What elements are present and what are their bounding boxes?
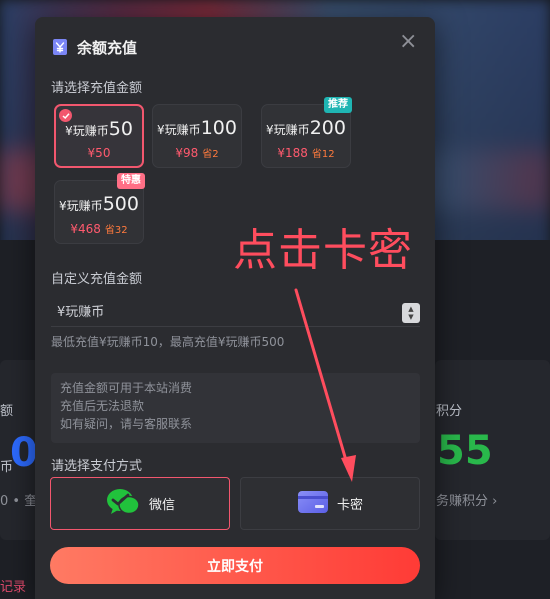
amount-price: ¥98 [175, 146, 199, 160]
custom-amount-input[interactable] [51, 305, 402, 320]
recharge-modal: 余额充值 × 请选择充值金额 ¥玩赚币50 ¥50 ¥玩赚币100 ¥98 省2 … [35, 17, 435, 599]
pay-now-button[interactable]: 立即支付 [50, 547, 420, 584]
wechat-icon [105, 487, 141, 521]
amount-option-100[interactable]: ¥玩赚币100 ¥98 省2 [152, 104, 242, 168]
amount-savings: 省32 [104, 225, 128, 236]
card-icon [297, 490, 329, 518]
amount-value: 100 [200, 117, 237, 139]
background-points-value: 55 [437, 428, 493, 474]
amount-stepper[interactable]: ▲ ▼ [402, 302, 420, 323]
recharge-notice: 充值金额可用于本站消费 充值后无法退款 如有疑问，请与客服联系 [51, 373, 420, 443]
amount-unit: 玩赚币 [72, 124, 109, 138]
amount-unit: 玩赚币 [164, 123, 201, 137]
custom-amount-field: ▲ ▼ [51, 299, 420, 327]
notice-line: 充值后无法退款 [60, 399, 145, 413]
amount-option-200[interactable]: 推荐 ¥玩赚币200 ¥188 省12 [261, 97, 352, 168]
close-icon[interactable]: × [399, 31, 417, 53]
stepper-down-icon[interactable]: ▼ [408, 313, 413, 321]
amount-price: ¥50 [87, 146, 111, 160]
background-balance-label: 额 [0, 404, 14, 419]
amount-price: ¥468 [70, 222, 101, 236]
payment-method-label: 请选择支付方式 [51, 459, 143, 474]
payment-option-label: 微信 [148, 498, 175, 513]
amount-currency: ¥ [59, 199, 67, 213]
payment-option-label: 卡密 [336, 498, 363, 513]
amount-price: ¥188 [277, 146, 308, 160]
amount-option-500[interactable]: 特惠 ¥玩赚币500 ¥468 省32 [54, 173, 145, 244]
amount-savings: 省2 [202, 149, 219, 160]
background-balance-unit: 币 [0, 460, 14, 475]
notice-line: 充值金额可用于本站消费 [60, 381, 193, 395]
amount-value: 50 [108, 118, 133, 140]
amount-savings: 省12 [311, 149, 335, 160]
annotation-text: 点击卡密 [233, 225, 413, 276]
payment-option-card[interactable]: 卡密 [240, 477, 420, 530]
background-balance-footer: 0 • 奎 [0, 494, 38, 509]
amount-value: 200 [309, 117, 346, 139]
amount-option-50[interactable]: ¥玩赚币50 ¥50 [54, 104, 144, 168]
background-points-footer[interactable]: 务赚积分 › [436, 490, 497, 509]
custom-amount-hint: 最低充值¥玩赚币10，最高充值¥玩赚币500 [51, 335, 285, 349]
recommend-badge: 推荐 [324, 97, 352, 113]
stepper-up-icon[interactable]: ▲ [408, 305, 413, 313]
wallet-icon [51, 38, 69, 56]
special-offer-badge: 特惠 [117, 173, 145, 189]
background-points-label: 积分 [436, 404, 463, 419]
amount-unit: 玩赚币 [273, 123, 310, 137]
amount-currency: ¥ [266, 123, 274, 137]
amount-value: 500 [102, 193, 139, 215]
amount-unit: 玩赚币 [66, 199, 103, 213]
amount-currency: ¥ [65, 124, 73, 138]
background-records-link[interactable]: 记录 [0, 576, 26, 595]
modal-title: 余额充值 [77, 38, 138, 57]
select-amount-label: 请选择充值金额 [51, 81, 143, 96]
modal-header: 余额充值 [51, 37, 137, 57]
amount-currency: ¥ [157, 123, 165, 137]
custom-amount-label: 自定义充值金额 [51, 272, 143, 287]
notice-line: 如有疑问，请与客服联系 [60, 417, 193, 431]
payment-option-wechat[interactable]: 微信 [50, 477, 230, 530]
